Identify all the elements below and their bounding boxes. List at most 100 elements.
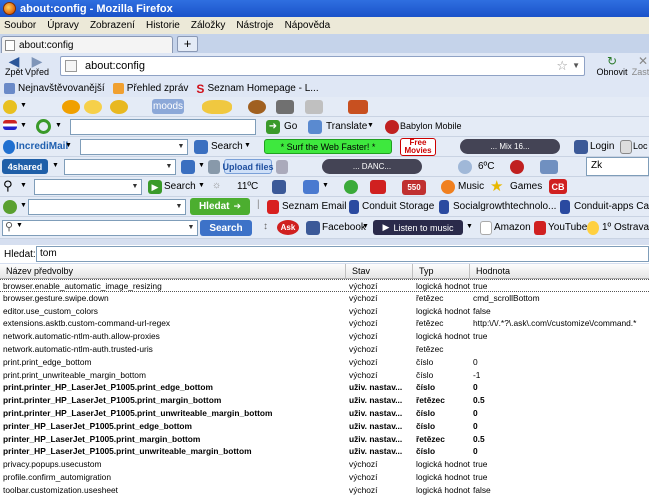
table-row[interactable]: print.printer_HP_LaserJet_P1005.print_un… [0, 407, 649, 420]
record-icon[interactable] [510, 160, 524, 174]
babylon-logo-icon[interactable] [36, 119, 51, 134]
menu-zalozky[interactable]: Záložky [191, 20, 225, 31]
new-tab-button[interactable]: + [177, 36, 198, 52]
table-row[interactable]: printer_HP_LaserJet_P1005.print_margin_b… [0, 433, 649, 446]
dropdown-arrow-icon[interactable]: ▼ [244, 142, 251, 149]
dropdown-arrow-icon[interactable]: ▼ [65, 142, 72, 149]
zk-input[interactable]: Zk [586, 157, 649, 176]
dropdown-arrow-icon[interactable]: ▼ [466, 223, 473, 230]
mail-icon[interactable] [540, 160, 558, 174]
menu-historie[interactable]: Historie [146, 20, 180, 31]
play-icon[interactable]: ▶ [383, 222, 390, 233]
forward-button[interactable]: ▶ Vpřed [24, 54, 50, 77]
settings-icon[interactable] [276, 160, 288, 174]
amazon-link[interactable]: Amazon [494, 222, 531, 233]
magnifier-icon[interactable]: ⚲ [3, 178, 13, 194]
games-button[interactable]: Games [510, 181, 542, 192]
emoticon-icon[interactable] [84, 100, 102, 114]
weather-location[interactable]: 1º Ostrava, [602, 222, 649, 233]
table-row[interactable]: print.print_unwriteable_margin_bottom výc… [0, 369, 649, 382]
facebook-button[interactable]: Facebook [322, 222, 366, 233]
emoticon-icon[interactable] [110, 100, 128, 114]
dropdown-arrow-icon[interactable]: ▼ [322, 182, 329, 189]
monkey-icon[interactable] [248, 100, 266, 114]
incredimail-label[interactable]: IncrediMail [16, 141, 68, 152]
table-row[interactable]: network.automatic-ntlm-auth.allow-proxie… [0, 330, 649, 343]
column-header-name[interactable]: Název předvolby [0, 264, 346, 278]
table-row[interactable]: toolbar.customization.usesheet výchozí log… [0, 484, 649, 497]
emoticon-icon[interactable] [202, 100, 232, 114]
emoticon-icon[interactable] [62, 100, 80, 114]
tab-about-config[interactable]: about:config [1, 36, 173, 53]
listen-to-music-player[interactable]: ▶ Listen to music [373, 220, 463, 235]
free-movies-button[interactable]: Free Movies [400, 138, 436, 156]
menu-napoveda[interactable]: Nápověda [285, 20, 331, 31]
ask-search-input[interactable]: ⚲ ▼ ▼ [2, 220, 198, 236]
dropdown-arrow-icon[interactable]: ▼ [198, 182, 205, 189]
url-bar[interactable]: about:config ☆ ▼ [60, 56, 585, 76]
menu-upravy[interactable]: Úpravy [47, 20, 79, 31]
resize-handle-icon[interactable]: ↕ [263, 221, 268, 232]
stop-button[interactable]: ✕ Zasta [628, 55, 649, 77]
dropdown-arrow-icon[interactable]: ▼ [185, 221, 197, 235]
camera-icon[interactable] [276, 100, 294, 114]
facebook-icon[interactable] [272, 180, 286, 194]
dropdown-arrow-icon[interactable]: ▼ [20, 102, 27, 109]
table-row[interactable]: extensions.asktb.custom-command-url-rege… [0, 317, 649, 330]
go-button[interactable]: Go [284, 121, 297, 132]
table-row[interactable]: print.print_edge_bottom výchozí číslo 0 [0, 356, 649, 369]
seznam-email-link[interactable]: Seznam Email [282, 201, 346, 212]
table-row[interactable]: privacy.popups.usecustom výchozí logická h… [0, 458, 649, 471]
babylon-mobile-button[interactable]: Babylon Mobile [400, 121, 462, 131]
dropdown-arrow-icon[interactable]: ▼ [20, 182, 27, 189]
mail-icon[interactable] [303, 180, 319, 194]
conduit-logo-icon[interactable] [3, 200, 17, 214]
social-growth-link[interactable]: Socialgrowthtechnolo... [453, 201, 556, 212]
smiley-icon[interactable] [3, 100, 17, 114]
bookmark-most-visited[interactable]: Nejnavštěvovanější [4, 83, 105, 94]
conduit-apps-link[interactable]: Conduit-apps Cap [574, 201, 649, 212]
incredimail-search-input[interactable]: ▼ [80, 139, 188, 155]
surf-faster-button[interactable]: * Surf the Web Faster! * [264, 139, 392, 154]
table-row[interactable]: browser.gesture.swipe.down výchozí řetězec… [0, 292, 649, 305]
notification-badge[interactable]: 550 [402, 180, 426, 195]
apps-icon[interactable] [208, 160, 220, 174]
bookmark-seznam[interactable]: S Seznam Homepage - L... [196, 82, 318, 96]
search-icon[interactable] [181, 160, 195, 174]
bookmark-news[interactable]: Přehled zpráv [112, 83, 188, 94]
table-row[interactable]: print.printer_HP_LaserJet_P1005.print_ma… [0, 394, 649, 407]
bookmark-star-icon[interactable]: ☆ [556, 58, 568, 74]
local-button[interactable]: Loc [633, 141, 648, 151]
menu-soubor[interactable]: Soubor [4, 20, 36, 31]
config-filter-input[interactable]: tom [36, 246, 649, 262]
dropdown-arrow-icon[interactable]: ▼ [163, 160, 175, 174]
dropdown-arrow-icon[interactable]: ▼ [362, 223, 369, 230]
radio-player-mix[interactable]: ... Mix 16... [460, 139, 560, 154]
url-dropdown-icon[interactable]: ▼ [572, 61, 580, 70]
ask-search-button[interactable]: Search [200, 220, 252, 236]
utorrent-icon[interactable] [344, 180, 358, 194]
moods-button[interactable]: moods [152, 99, 184, 114]
search-button[interactable]: Search [211, 141, 243, 152]
dropdown-arrow-icon[interactable]: ▼ [129, 180, 141, 194]
dropdown-arrow-icon[interactable]: ▼ [20, 122, 27, 129]
ask-logo-icon[interactable]: Ask [277, 220, 299, 235]
camera-icon[interactable] [305, 100, 323, 114]
temperature-readout[interactable]: 6ºC [478, 161, 494, 172]
dropdown-arrow-icon[interactable]: ▼ [16, 222, 23, 229]
dropdown-arrow-icon[interactable]: ▼ [20, 202, 27, 209]
column-header-value[interactable]: Hodnota [470, 264, 649, 278]
column-header-status[interactable]: Stav [346, 264, 413, 278]
back-button[interactable]: ◀ Zpět [2, 54, 26, 77]
menu-zobrazeni[interactable]: Zobrazení [90, 20, 135, 31]
dropdown-arrow-icon[interactable]: ▼ [175, 140, 187, 154]
dropdown-arrow-icon[interactable]: ▼ [173, 200, 185, 214]
4shared-search-input[interactable]: ▼ [64, 159, 176, 175]
login-button[interactable]: Login [590, 141, 614, 152]
table-row[interactable]: browser.enable_automatic_image_resizing v… [0, 279, 649, 292]
table-row[interactable]: network.automatic-ntlm-auth.trusted-uris… [0, 343, 649, 356]
table-row[interactable]: printer_HP_LaserJet_P1005.print_edge_bot… [0, 420, 649, 433]
reload-button[interactable]: ↻ Obnovit [596, 55, 628, 77]
dropdown-arrow-icon[interactable]: ▼ [198, 162, 205, 169]
radio-player-dance[interactable]: ... DANC... [322, 159, 422, 174]
